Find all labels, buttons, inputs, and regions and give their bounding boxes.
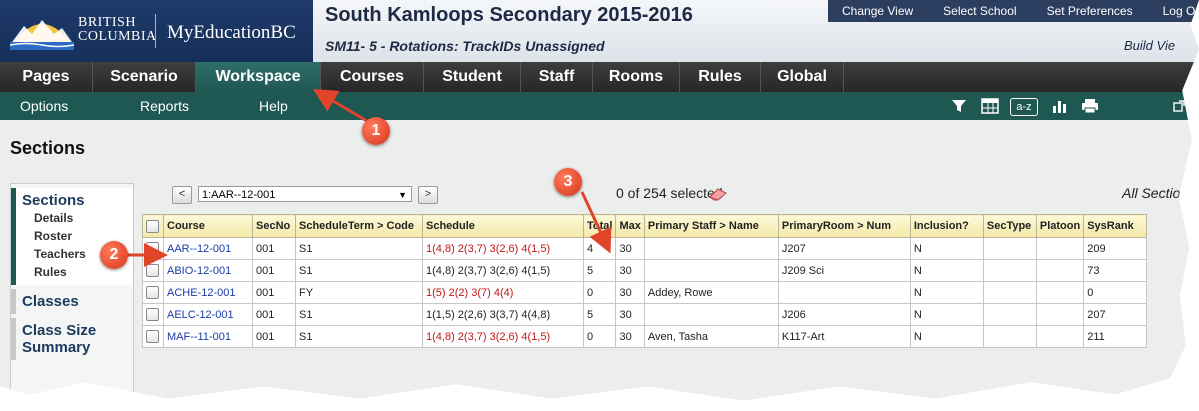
callout-2: 2 bbox=[100, 241, 128, 269]
annotation-arrows bbox=[122, 88, 612, 267]
callout-1: 1 bbox=[362, 117, 390, 145]
arrow-3 bbox=[580, 191, 612, 254]
arrow-1 bbox=[312, 88, 373, 126]
app-window: BRITISH COLUMBIA MyEducationBC South Kam… bbox=[0, 0, 1199, 401]
callout-3: 3 bbox=[554, 168, 582, 196]
